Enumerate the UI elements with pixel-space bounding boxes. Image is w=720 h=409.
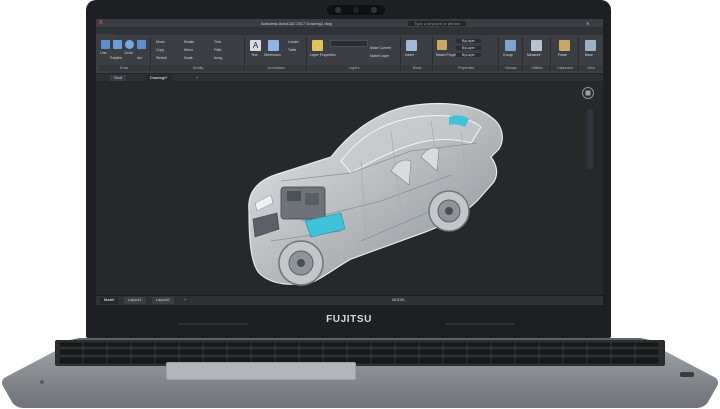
ribbon-panel: Line Polyline Circle Arc Draw Move Rotat… [96,35,603,74]
tab-layout1[interactable]: Layout1 [124,297,146,304]
insert-label: Insert [405,53,414,57]
draw-group-label: Draw [98,65,150,71]
text-label: Text [251,53,258,57]
ribbon-group-annotation: A Text Dimension Leader Table Annotation [246,37,307,71]
drawing-canvas[interactable] [96,81,603,295]
make-current-button[interactable]: Make Current [370,46,391,50]
tab-layout2[interactable]: Layout2 [152,297,174,304]
arc-icon[interactable] [137,40,146,49]
tab-model[interactable]: Model [100,297,119,304]
polyline-icon[interactable] [113,40,122,49]
paste-label: Paste [558,53,567,57]
layer-dropdown[interactable] [330,40,368,47]
touchpad[interactable] [166,362,356,380]
match-properties-icon[interactable] [437,40,447,50]
scale-button[interactable]: Scale [184,56,193,60]
insert-block-icon[interactable] [406,40,417,51]
text-icon[interactable]: A [250,40,261,51]
webcam [327,5,385,15]
window-title: Autodesk AutoCAD 2017 Drawing1.dwg [261,20,332,26]
ir-emitter-icon [371,7,377,13]
group-icon[interactable] [505,40,516,51]
camera-lens-icon [353,7,359,13]
dimension-label: Dimension [264,53,281,57]
rotate-button[interactable]: Rotate [184,40,194,44]
ribbon-group-view: Base View [580,37,602,71]
ribbon-group-properties: Match Properties ByLayer ByLayer ByLayer… [434,37,499,71]
mirror-button[interactable]: Mirror [184,48,193,52]
ribbon-tab-bar: HomeInsertAnnotateParametricViewManageOu… [96,27,603,41]
annotation-group-label: Annotation [246,65,306,71]
ribbon-group-utilities: Measure Utilities [524,37,551,71]
layers-group-label: Layers [308,65,400,71]
properties-group-label: Properties [434,65,498,71]
layer-properties-icon[interactable] [312,40,323,51]
ribbon-group-clipboard: Paste Clipboard [552,37,579,71]
arc-label: Arc [137,56,143,60]
linetype-dropdown[interactable]: ByLayer [456,46,481,50]
match-layer-button[interactable]: Match Layer [370,54,389,58]
array-button[interactable]: Array [214,56,222,60]
document-tab-bar: Start Drawing1* + [96,74,603,81]
viewcube-icon[interactable] [581,86,595,100]
color-dropdown[interactable]: ByLayer [456,39,481,43]
view-group-label: View [580,65,602,71]
line-label: Line [100,51,107,55]
add-layout-icon[interactable]: + [180,297,190,304]
base-view-icon[interactable] [585,40,596,51]
ribbon-group-block: Insert Block [402,37,433,71]
dimension-icon[interactable] [268,40,279,51]
utilities-group-label: Utilities [524,65,550,71]
group-label: Group [503,53,513,57]
ribbon-group-layers: Layer Properties Make Current Match Laye… [308,37,401,71]
block-group-label: Block [402,65,432,71]
status-led-icon [40,380,44,384]
laptop-screen: A Autodesk AutoCAD 2017 Drawing1.dwg Typ… [96,19,603,305]
ir-sensor-icon [335,7,341,13]
measure-icon[interactable] [531,40,542,51]
polyline-label: Polyline [110,56,123,60]
stretch-button[interactable]: Stretch [156,56,167,60]
lineweight-dropdown[interactable]: ByLayer [456,53,481,57]
move-button[interactable]: Move [156,40,165,44]
navigation-bar[interactable] [587,109,593,169]
groups-group-label: Groups [500,65,522,71]
ribbon-group-draw: Line Polyline Circle Arc Draw [98,37,151,71]
search-input[interactable]: Type a keyword or phrase [408,20,467,26]
speaker-grille-left [178,323,248,325]
car-3d-model [248,102,503,286]
model-space-indicator[interactable]: MODEL [388,297,410,304]
app-logo-icon: A [99,20,103,26]
speaker-grille-right [445,323,515,325]
circle-label: Circle [124,51,133,55]
modify-group-label: Modify [152,65,244,71]
base-label: Base [585,53,593,57]
status-bar: Model Layout1 Layout2 + MODEL [96,295,603,305]
ribbon-group-modify: Move Rotate Trim Copy Mirror Fillet Stre… [152,37,245,71]
leader-button[interactable]: Leader [288,40,299,44]
fingerprint-reader[interactable] [680,372,694,377]
fillet-button[interactable]: Fillet [214,48,221,52]
paste-icon[interactable] [559,40,570,51]
title-bar: A Autodesk AutoCAD 2017 Drawing1.dwg Typ… [96,19,603,27]
trim-button[interactable]: Trim [214,40,221,44]
status-toggles [416,298,542,305]
line-icon[interactable] [101,40,110,49]
copy-button[interactable]: Copy [156,48,164,52]
clipboard-group-label: Clipboard [552,65,578,71]
circle-icon[interactable] [125,40,134,49]
brand-logo: FUJITSU [326,314,372,325]
ribbon-group-groups: Group Groups [500,37,523,71]
layer-properties-label: Layer Properties [310,53,336,57]
close-icon[interactable]: ✕ [586,21,589,26]
measure-label: Measure [527,53,541,57]
table-button[interactable]: Table [288,48,296,52]
keyboard[interactable] [55,340,665,366]
